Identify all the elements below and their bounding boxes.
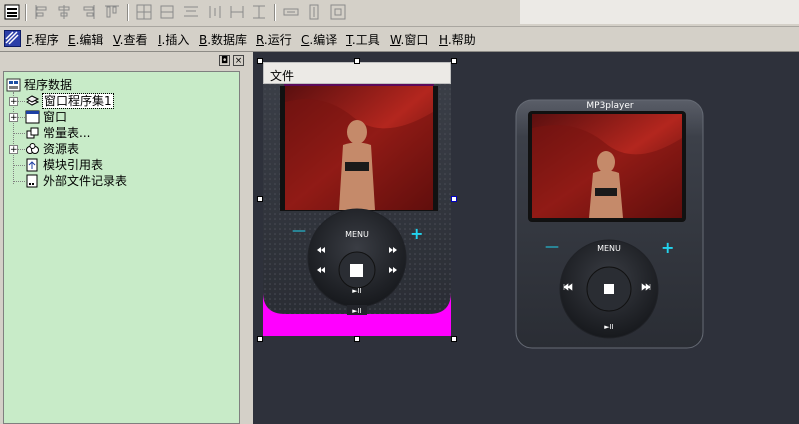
stop-button[interactable] xyxy=(350,264,363,277)
align-right-icon[interactable] xyxy=(79,3,97,21)
tree-item-external-files[interactable]: 外部文件记录表 xyxy=(25,173,127,189)
center-in-window-icon[interactable] xyxy=(305,3,323,21)
menu-program[interactable]: F.程序 xyxy=(26,32,59,48)
program-data-icon xyxy=(6,78,21,92)
volume-down-button[interactable]: — xyxy=(292,223,306,239)
constants-icon xyxy=(26,127,39,139)
panel-restore-button[interactable]: ◘ xyxy=(219,55,230,66)
space-horizontal-icon[interactable] xyxy=(250,3,268,21)
menu-tools[interactable]: T.工具 xyxy=(346,32,380,48)
expand-toggle[interactable]: + xyxy=(9,97,18,107)
tree-connector xyxy=(13,165,25,166)
space-vertical-icon[interactable] xyxy=(282,3,300,21)
tree-connector xyxy=(13,133,25,134)
menu-run[interactable]: R.运行 xyxy=(256,32,292,48)
same-size-icon[interactable] xyxy=(228,3,246,21)
align-left-icon[interactable] xyxy=(33,3,51,21)
panel-close-button[interactable]: × xyxy=(233,55,244,66)
play-pause-button[interactable]: ►II xyxy=(352,287,362,295)
menu-insert[interactable]: I.插入 xyxy=(158,32,189,48)
tree-connector xyxy=(18,101,25,102)
project-tree: 程序数据 + 窗口程序集1 + 窗口 常量表... + 资源表 模块引用表 外部… xyxy=(3,71,240,424)
toolbar-separator xyxy=(127,4,129,21)
album-art-screen xyxy=(347,120,367,144)
form-player-body[interactable]: — + MENU ►II ►II xyxy=(263,62,451,336)
menu-database[interactable]: B.数据库 xyxy=(199,32,247,48)
play-pause-button[interactable]: ►II xyxy=(604,323,614,331)
album-art-screen xyxy=(595,188,617,196)
menu-help[interactable]: H.帮助 xyxy=(439,32,476,48)
align-top-icon[interactable] xyxy=(103,3,121,21)
volume-up-button[interactable]: + xyxy=(661,238,674,257)
resources-icon xyxy=(26,143,39,154)
module-reference-icon xyxy=(26,158,38,172)
form-title: 文件 xyxy=(270,69,295,83)
align-middle-icon[interactable] xyxy=(135,3,153,21)
toolbar-separator xyxy=(25,4,27,21)
stop-button[interactable] xyxy=(604,284,614,294)
volume-up-button[interactable]: + xyxy=(410,224,423,243)
menu-button[interactable]: MENU xyxy=(597,244,621,253)
class-module-icon xyxy=(26,95,40,106)
tree-root[interactable]: 程序数据 xyxy=(6,77,72,93)
app-menu-icon[interactable] xyxy=(4,30,21,47)
resize-handle[interactable] xyxy=(354,58,360,64)
album-art-screen xyxy=(339,142,375,210)
tree-item-resources[interactable]: 资源表 xyxy=(25,141,79,157)
panel-scrollbar[interactable] xyxy=(241,71,249,424)
tree-item-constants[interactable]: 常量表... xyxy=(25,125,90,141)
volume-down-button[interactable]: — xyxy=(545,239,559,255)
tree-connector xyxy=(18,149,25,150)
expand-toggle[interactable]: + xyxy=(9,113,18,123)
resize-handle[interactable] xyxy=(257,58,263,64)
align-bottom-icon[interactable] xyxy=(158,3,176,21)
resize-handle[interactable] xyxy=(257,196,263,202)
resize-handle[interactable] xyxy=(451,58,457,64)
menu-edit[interactable]: E.编辑 xyxy=(68,32,103,48)
tree-item-assembly[interactable]: 窗口程序集1 xyxy=(25,93,114,109)
album-art-screen xyxy=(597,151,615,173)
expand-toggle[interactable]: + xyxy=(9,145,18,155)
mp3-player-preview[interactable]: MP3player — + MENU ►II xyxy=(515,98,705,350)
resize-handle[interactable] xyxy=(257,336,263,342)
designed-form[interactable]: — + MENU ►II ►II 文件 xyxy=(263,62,451,336)
tree-item-module-refs[interactable]: 模块引用表 xyxy=(25,157,103,173)
resize-handle[interactable] xyxy=(354,336,360,342)
menu-window[interactable]: W.窗口 xyxy=(390,32,428,48)
properties-icon[interactable] xyxy=(3,3,21,21)
toolbar-empty-area xyxy=(520,0,799,24)
tree-connector xyxy=(18,117,25,118)
window-icon xyxy=(25,110,40,124)
resize-handle[interactable] xyxy=(451,336,457,342)
same-width-icon[interactable] xyxy=(182,3,200,21)
menu-button[interactable]: MENU xyxy=(345,230,369,239)
menu-compile[interactable]: C.编译 xyxy=(301,32,337,48)
external-file-icon xyxy=(26,174,38,188)
form-title-bar[interactable]: 文件 xyxy=(263,62,451,84)
same-height-icon[interactable] xyxy=(206,3,224,21)
grid-center-icon[interactable] xyxy=(329,3,347,21)
tree-item-window[interactable]: 窗口 xyxy=(25,109,67,125)
player-brand: MP3player xyxy=(586,101,634,111)
menu-view[interactable]: V.查看 xyxy=(113,32,148,48)
align-center-horizontal-icon[interactable] xyxy=(55,3,73,21)
panel-header: ◘ × xyxy=(0,53,249,69)
menu-bar: F.程序 E.编辑 V.查看 I.插入 B.数据库 R.运行 C.编译 T.工具… xyxy=(0,27,799,52)
album-art-screen xyxy=(345,162,369,171)
toolbar-separator xyxy=(274,4,276,21)
align-toolbar xyxy=(0,0,799,27)
resize-handle[interactable] xyxy=(451,196,457,202)
play-pause-button[interactable]: ►II xyxy=(352,307,362,315)
tree-connector xyxy=(13,181,25,182)
